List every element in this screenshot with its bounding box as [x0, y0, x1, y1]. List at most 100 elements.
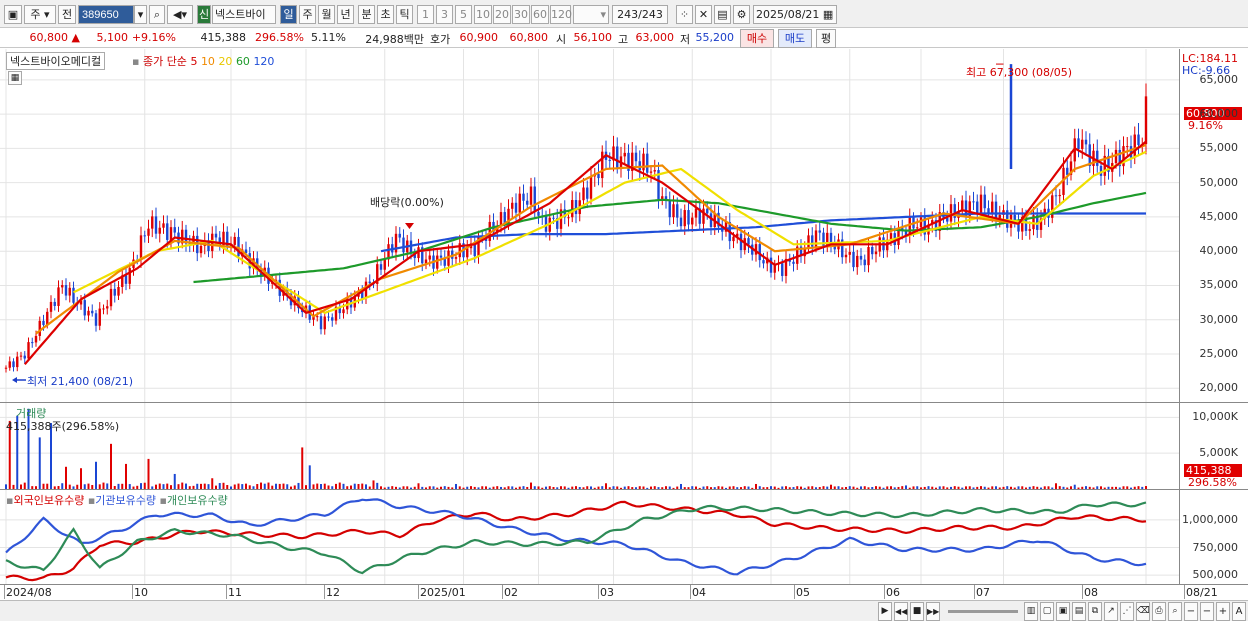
- layout-icon-2[interactable]: ▣: [1056, 602, 1070, 621]
- price-chart-panel[interactable]: 넥스트바이오메디컬 ▪ 종가 단순 5 10 20 60 120 ▦ 최고 67…: [0, 49, 1179, 402]
- interval-120[interactable]: 120: [550, 5, 572, 24]
- stop-button[interactable]: ■: [910, 602, 924, 621]
- candle-body: [8, 361, 11, 368]
- table-icon[interactable]: ▤: [1072, 602, 1086, 621]
- ma10-legend: 10: [200, 55, 215, 68]
- crosshair-icon[interactable]: ✕: [695, 5, 712, 24]
- period-minute-tab[interactable]: 분: [358, 5, 375, 24]
- candle-body: [383, 259, 386, 270]
- copy-icon[interactable]: ▢: [1040, 602, 1054, 621]
- price-tick-label: 35,000: [1199, 278, 1239, 292]
- save-icon[interactable]: ▤: [714, 5, 731, 24]
- holdings-panel[interactable]: ▪외국인보유수량 ▪기관보유수량 ▪개인보유수량: [0, 490, 1179, 584]
- candle-body: [646, 153, 649, 173]
- period-second-tab[interactable]: 초: [377, 5, 394, 24]
- bid-label: 호가: [430, 33, 451, 46]
- search-icon[interactable]: ⌕: [149, 5, 165, 24]
- date-field[interactable]: 2025/08/21 ▦: [753, 5, 837, 24]
- code-dropdown-icon[interactable]: ▾: [134, 5, 147, 24]
- price-tick-label: 55,000: [1199, 141, 1239, 155]
- sell-button[interactable]: 매도: [778, 29, 812, 48]
- candle-body: [94, 313, 98, 326]
- compare-icon[interactable]: ⧉: [1088, 602, 1102, 621]
- candle-body: [98, 308, 101, 326]
- split-view-icon[interactable]: ▥: [1024, 602, 1038, 621]
- period-day-tab[interactable]: 일: [280, 5, 297, 24]
- custom-interval-select[interactable]: ▾: [573, 5, 609, 24]
- interval-3[interactable]: 3: [436, 5, 453, 24]
- minus-icon[interactable]: −: [1200, 602, 1214, 621]
- candle-body: [439, 255, 443, 258]
- holdings-axis[interactable]: 1,000,000 750,000 500,000: [1179, 490, 1248, 584]
- candle-body: [1084, 139, 1088, 145]
- period-month-tab[interactable]: 월: [318, 5, 335, 24]
- candle-body: [526, 200, 529, 205]
- fast-forward-button[interactable]: ▶▶: [926, 602, 940, 621]
- stock-name-field[interactable]: 넥스트바이: [212, 5, 276, 24]
- zoom-slider[interactable]: [948, 610, 1018, 613]
- date-tick-label: 11: [228, 586, 242, 599]
- draw-line-icon[interactable]: ↗: [1104, 602, 1118, 621]
- interval-30[interactable]: 30: [512, 5, 530, 24]
- candle-body: [859, 255, 863, 260]
- period-main-select[interactable]: 주 ▾: [24, 5, 56, 24]
- eval-button[interactable]: 평: [816, 29, 836, 48]
- volume-ratio: 296.58%: [255, 31, 304, 44]
- candle-body: [732, 236, 735, 242]
- zoom-out-icon[interactable]: −: [1184, 602, 1198, 621]
- date-tick-label: 2025/01: [420, 586, 466, 599]
- period-week-tab[interactable]: 주: [299, 5, 316, 24]
- scroll-right-button[interactable]: ▶: [878, 602, 892, 621]
- font-size-icon[interactable]: A: [1232, 602, 1246, 621]
- gear-icon[interactable]: ⚙: [733, 5, 750, 24]
- volume-axis[interactable]: 415,388 296.58% 10,000K 5,000K: [1179, 403, 1248, 489]
- price-change: 5,100: [96, 31, 129, 44]
- date-tick-mark: [226, 585, 227, 599]
- volume-chart-svg[interactable]: [0, 403, 1179, 489]
- zoom-search-icon[interactable]: ⌕: [1168, 602, 1182, 621]
- candle-body: [807, 235, 810, 249]
- interval-5[interactable]: 5: [455, 5, 472, 24]
- speaker-icon[interactable]: ◀▾: [167, 5, 193, 24]
- draw-tool-icon[interactable]: ⋰: [1120, 602, 1134, 621]
- interval-20[interactable]: 20: [493, 5, 511, 24]
- date-tick-label: 06: [886, 586, 900, 599]
- date-axis[interactable]: 2024/08 10 11 12 2025/01 02 03 04 05 06 07 08 08/21: [0, 584, 1248, 600]
- candle-body: [214, 233, 218, 238]
- price-axis[interactable]: LC:184.11 HC:-9.66 60,800 9.16% 65,000 60…: [1179, 49, 1248, 402]
- stock-code-input[interactable]: [78, 5, 134, 24]
- rewind-button[interactable]: ◀◀: [894, 602, 908, 621]
- bid-price-2: 60,800: [509, 31, 549, 44]
- buy-button[interactable]: 매수: [740, 29, 774, 48]
- candle-body: [1126, 146, 1129, 148]
- ma120-legend: 120: [253, 55, 275, 68]
- date-tick-label: 10: [134, 586, 148, 599]
- bottom-control-bar: ▶ ◀◀ ■ ▶▶ ▥ ▢ ▣ ▤ ⧉ ↗ ⋰ ⌫ ⎙ ⌕ − − + A: [0, 600, 1248, 621]
- interval-1[interactable]: 1: [417, 5, 434, 24]
- chart-settings-icon[interactable]: ▦: [8, 71, 22, 85]
- print-icon[interactable]: ⎙: [1152, 602, 1166, 621]
- interval-60[interactable]: 60: [531, 5, 549, 24]
- candle-body: [169, 227, 173, 240]
- candle-body: [601, 151, 604, 179]
- candle-body: [53, 301, 56, 306]
- interval-10[interactable]: 10: [474, 5, 492, 24]
- zoom-in-icon[interactable]: +: [1216, 602, 1230, 621]
- candle-body: [597, 173, 600, 179]
- volume-panel[interactable]: 거래량 415,388주(296.58%): [0, 403, 1179, 489]
- period-tick-tab[interactable]: 틱: [396, 5, 413, 24]
- eraser-icon[interactable]: ⌫: [1136, 602, 1150, 621]
- count-field[interactable]: 243/243: [612, 5, 668, 24]
- price-tick-label: 30,000: [1199, 312, 1239, 326]
- date-tick-mark: [4, 585, 5, 599]
- candle-body: [792, 261, 795, 264]
- layout-icon[interactable]: ▣: [4, 5, 22, 24]
- prev-button[interactable]: 전: [58, 5, 76, 24]
- grid-icon[interactable]: ⁘: [676, 5, 693, 24]
- price-chart-svg[interactable]: [0, 49, 1179, 402]
- candle-body: [147, 228, 150, 236]
- calendar-icon[interactable]: ▦: [823, 8, 833, 21]
- period-year-tab[interactable]: 년: [337, 5, 354, 24]
- quote-bar: 60,800 ▲ 5,100 +9.16% 415,388 296.58% 5.…: [0, 28, 1248, 48]
- candle-body: [1096, 150, 1099, 166]
